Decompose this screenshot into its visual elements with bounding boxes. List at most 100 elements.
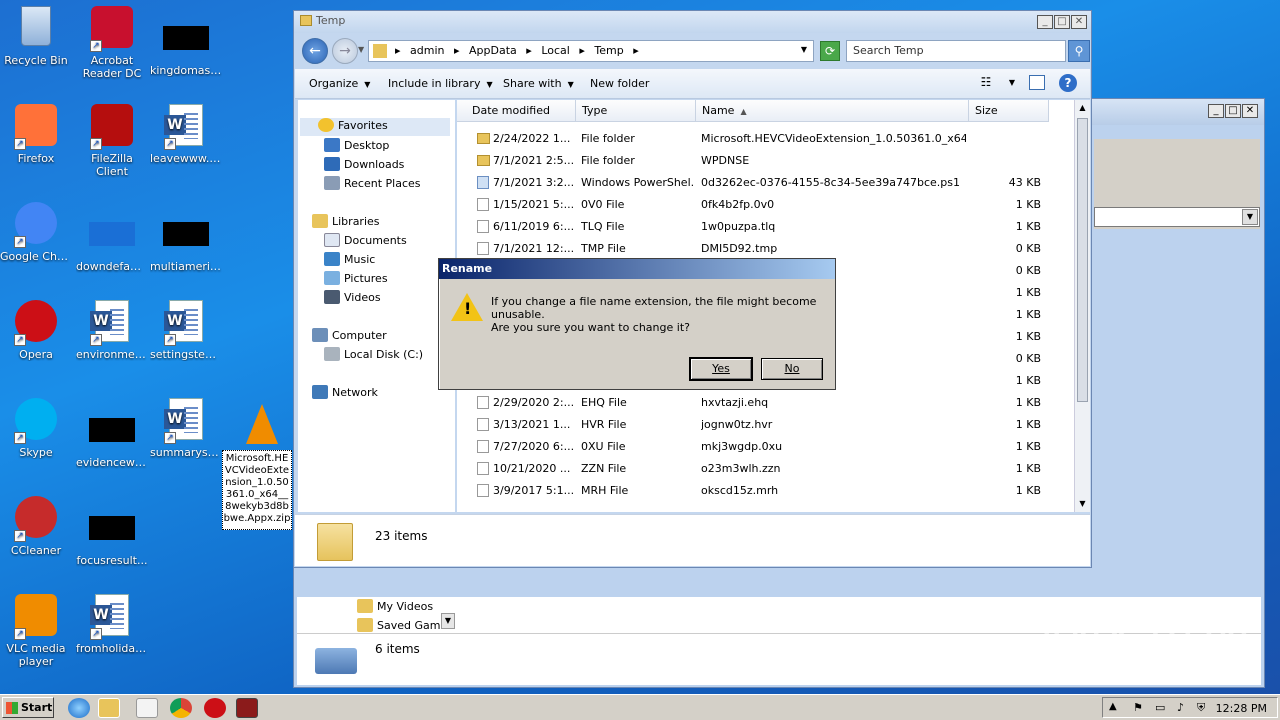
- minimize-icon[interactable]: _: [1208, 104, 1224, 118]
- desktop-icon-fromholiday[interactable]: W ↗ fromholiday...: [76, 594, 148, 655]
- file-list-scrollbar[interactable]: ▲ ▼: [1074, 100, 1090, 512]
- desktop-icon-environmen[interactable]: W ↗ environmen...: [76, 300, 148, 361]
- share-with-button[interactable]: Share with ▼: [503, 77, 574, 90]
- nav-local-disk[interactable]: Local Disk (C:): [298, 347, 423, 365]
- nav-computer[interactable]: Computer: [298, 328, 387, 346]
- nav-recent-places[interactable]: Recent Places: [298, 176, 421, 194]
- scroll-up-icon[interactable]: ▲: [1076, 101, 1089, 115]
- chevron-down-icon[interactable]: ▼: [801, 45, 807, 54]
- search-input[interactable]: Search Temp: [846, 40, 1066, 62]
- file-row[interactable]: 3/13/2021 1... HVR File jognw0tz.hvr 1 KB: [457, 414, 1077, 436]
- security-icon[interactable]: ⛨: [1197, 701, 1205, 715]
- organize-button[interactable]: Organize ▼: [309, 77, 370, 90]
- address-bar[interactable]: ▸ admin ▸ AppData ▸ Local ▸ Temp ▸ ▼: [368, 40, 814, 62]
- column-header-name[interactable]: Name ▲: [696, 100, 969, 122]
- column-header-size[interactable]: Size: [969, 100, 1049, 122]
- nav-network[interactable]: Network: [298, 385, 378, 403]
- preview-pane-icon[interactable]: [1029, 75, 1045, 90]
- sidebar-item-saved-games[interactable]: Saved Games: [357, 618, 453, 632]
- scroll-down-icon[interactable]: ▼: [1076, 497, 1089, 511]
- background-window-combo[interactable]: ▼: [1094, 207, 1260, 227]
- explorer-icon[interactable]: [98, 698, 120, 718]
- scrollbar-thumb[interactable]: [1077, 118, 1088, 402]
- file-row[interactable]: 2/24/2022 1... File folder Microsoft.HEVCV…: [457, 128, 1077, 150]
- scroll-down-icon[interactable]: ▼: [441, 613, 455, 629]
- desktop-icon-skype[interactable]: ↗ Skype: [0, 398, 72, 459]
- back-button[interactable]: ←: [302, 38, 328, 64]
- help-icon[interactable]: ?: [1059, 74, 1077, 92]
- column-header-type[interactable]: Type: [576, 100, 696, 122]
- nav-music[interactable]: Music: [298, 252, 375, 270]
- desktop-icon-chrome[interactable]: ↗ Google Chrome: [0, 202, 72, 263]
- breadcrumb-admin[interactable]: admin: [410, 44, 444, 57]
- recent-pages-chevron-icon[interactable]: ▼: [358, 45, 364, 54]
- desktop-icon-settingstep[interactable]: W ↗ settingstep.rtf: [150, 300, 222, 361]
- dialog-title[interactable]: Rename: [439, 259, 835, 279]
- desktop-icon-evidencewhi[interactable]: evidencewhi...: [76, 398, 148, 469]
- chevron-down-icon[interactable]: ▼: [1242, 209, 1258, 225]
- file-row[interactable]: 7/1/2021 12:... TMP File DMI5D92.tmp 0 KB: [457, 238, 1077, 260]
- forward-button[interactable]: →: [332, 38, 358, 64]
- breadcrumb-appdata[interactable]: AppData: [469, 44, 517, 57]
- search-icon[interactable]: ⚲: [1068, 40, 1090, 62]
- new-folder-button[interactable]: New folder: [590, 77, 649, 90]
- desktop-icon-multiameric[interactable]: multiameric...: [150, 202, 222, 273]
- file-row[interactable]: 2/29/2020 2:... EHQ File hxvtazji.ehq 1 KB: [457, 392, 1077, 414]
- desktop-icon-opera[interactable]: ↗ Opera: [0, 300, 72, 361]
- chrome-icon[interactable]: [170, 698, 192, 718]
- maximize-icon[interactable]: □: [1225, 104, 1241, 118]
- maximize-icon[interactable]: □: [1054, 15, 1070, 29]
- desktop-icon-focusresult[interactable]: focusresult...: [76, 496, 148, 567]
- desktop-icon-acrobat[interactable]: ↗ Acrobat Reader DC: [76, 6, 148, 80]
- clock[interactable]: 12:28 PM: [1216, 702, 1267, 715]
- breadcrumb-local[interactable]: Local: [541, 44, 570, 57]
- sidebar-item-my-videos[interactable]: My Videos: [357, 599, 433, 613]
- nav-favorites[interactable]: Favorites: [300, 118, 450, 136]
- nav-libraries[interactable]: Libraries: [298, 214, 380, 232]
- view-options-icon[interactable]: ☷: [977, 75, 995, 91]
- desktop-icon-vlc[interactable]: ↗ VLC media player: [0, 594, 72, 668]
- file-row[interactable]: 3/9/2017 5:1... MRH File okscd15z.mrh 1 KB: [457, 480, 1077, 502]
- desktop-icon-filezilla[interactable]: ↗ FileZilla Client: [76, 104, 148, 178]
- nav-documents[interactable]: Documents: [298, 233, 407, 251]
- volume-icon[interactable]: ♪: [1177, 701, 1184, 714]
- media-player-icon[interactable]: [136, 698, 158, 718]
- breadcrumb-temp[interactable]: Temp: [594, 44, 623, 57]
- minimize-icon[interactable]: _: [1037, 15, 1053, 29]
- start-button[interactable]: Start: [2, 697, 54, 718]
- flag-icon[interactable]: ⚑: [1133, 701, 1143, 714]
- close-icon[interactable]: ✕: [1242, 104, 1258, 118]
- desktop-icon-zip-label[interactable]: Microsoft.HEVCVideoExtension_1.0.50361.0…: [222, 450, 292, 530]
- nav-desktop[interactable]: Desktop: [298, 138, 389, 156]
- desktop-icon-leavewww[interactable]: W ↗ leavewww.rtf: [150, 104, 222, 165]
- chevron-up-icon[interactable]: ▲: [1109, 701, 1117, 712]
- ie-icon[interactable]: [68, 698, 90, 718]
- close-icon[interactable]: ✕: [1071, 15, 1087, 29]
- file-row[interactable]: 7/1/2021 2:5... File folder WPDNSE: [457, 150, 1077, 172]
- nav-videos[interactable]: Videos: [298, 290, 381, 308]
- nav-pictures[interactable]: Pictures: [298, 271, 388, 289]
- no-button[interactable]: No: [761, 358, 823, 380]
- nav-downloads[interactable]: Downloads: [298, 157, 404, 175]
- desktop-icon-downdefaul[interactable]: downdefaul...: [76, 202, 148, 273]
- network-icon[interactable]: ▭: [1155, 701, 1165, 714]
- desktop-icon-kingdomasia[interactable]: kingdomasia...: [150, 6, 222, 77]
- desktop-icon-ccleaner[interactable]: ↗ CCleaner: [0, 496, 72, 557]
- opera-icon[interactable]: [204, 698, 226, 718]
- chevron-down-icon[interactable]: ▼: [1003, 78, 1021, 94]
- desktop-icon-firefox[interactable]: ↗ Firefox: [0, 104, 72, 165]
- refresh-button[interactable]: ⟳: [820, 41, 840, 61]
- rename-dialog[interactable]: Rename ! If you change a file name exten…: [438, 258, 836, 390]
- file-row[interactable]: 7/1/2021 3:2... Windows PowerShel... 0d326…: [457, 172, 1077, 194]
- file-row[interactable]: 7/27/2020 6:... 0XU File mkj3wgdp.0xu 1 KB: [457, 436, 1077, 458]
- file-row[interactable]: 10/21/2020 ... ZZN File o23m3wlh.zzn 1 KB: [457, 458, 1077, 480]
- file-row[interactable]: 6/11/2019 6:... TLQ File 1w0puzpa.tlq 1 KB: [457, 216, 1077, 238]
- window-titlebar[interactable]: Temp _ □ ✕: [294, 11, 1091, 33]
- yes-button[interactable]: Yes: [689, 357, 753, 381]
- file-row[interactable]: 1/15/2021 5:... 0V0 File 0fk4b2fp.0v0 1 KB: [457, 194, 1077, 216]
- desktop-icon-recycle-bin[interactable]: Recycle Bin: [0, 6, 72, 67]
- column-header-date[interactable]: Date modified: [457, 100, 576, 122]
- winrar-icon[interactable]: [236, 698, 258, 718]
- include-in-library-button[interactable]: Include in library ▼: [388, 77, 493, 90]
- desktop-icon-summarysu[interactable]: W ↗ summarysu...: [150, 398, 222, 459]
